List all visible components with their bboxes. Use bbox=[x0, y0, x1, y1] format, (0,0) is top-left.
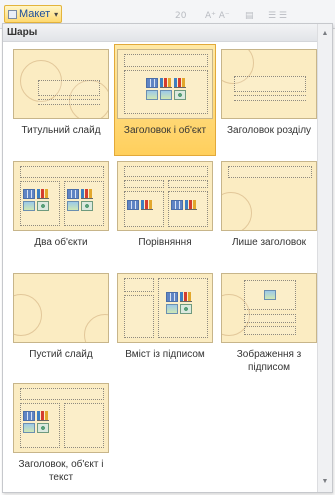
layout-thumb bbox=[13, 161, 109, 231]
layout-tile-label: Заголовок і об'єкт bbox=[123, 125, 207, 136]
layout-tile-label: Порівняння bbox=[138, 237, 192, 248]
layout-tile-label: Лише заголовок bbox=[231, 237, 307, 248]
layout-tile-label: Вміст із підписом bbox=[125, 349, 205, 360]
bullets-icon[interactable]: ☰ ☰ bbox=[268, 11, 287, 21]
layout-thumb bbox=[221, 273, 317, 343]
layout-tile-label: Зображення з підписом bbox=[236, 349, 302, 373]
grow-font-icon[interactable]: A⁺ A⁻ bbox=[205, 11, 230, 21]
layout-tile-title-content[interactable]: Заголовок і об'єкт bbox=[114, 44, 216, 156]
layout-thumb bbox=[13, 49, 109, 119]
layout-thumb bbox=[221, 49, 317, 119]
layout-thumb bbox=[221, 161, 317, 231]
clear-format-icon[interactable]: ▤ bbox=[245, 11, 254, 21]
gallery-scrollbar[interactable]: ▲ ▼ bbox=[317, 24, 332, 492]
layout-button[interactable]: Макет ▾ bbox=[4, 5, 62, 23]
scroll-up-icon[interactable]: ▲ bbox=[320, 28, 330, 40]
layout-tile-content-with-caption[interactable]: Вміст із підписом bbox=[115, 271, 215, 361]
layout-tile-label: Пустий слайд bbox=[29, 349, 93, 360]
layout-tile-label: Два об'єкти bbox=[34, 237, 88, 248]
layout-tile-section-header[interactable]: Заголовок розділу bbox=[219, 47, 319, 137]
layout-tile-comparison[interactable]: Порівняння bbox=[115, 159, 215, 249]
scroll-down-icon[interactable]: ▼ bbox=[320, 476, 330, 488]
layout-tile-label: Заголовок, об'єкт і текст bbox=[18, 459, 104, 483]
layout-thumb bbox=[117, 161, 213, 231]
chevron-down-icon: ▾ bbox=[54, 9, 59, 19]
layout-tile-picture-with-caption[interactable]: Зображення з підписом bbox=[219, 271, 319, 374]
layout-thumb bbox=[13, 273, 109, 343]
layout-thumb bbox=[117, 273, 213, 343]
layout-thumb bbox=[13, 383, 109, 453]
layout-tile-title-content-text[interactable]: Заголовок, об'єкт і текст bbox=[11, 381, 111, 484]
layout-thumb bbox=[117, 49, 213, 119]
layout-tile-title-slide[interactable]: Титульний слайд bbox=[11, 47, 111, 137]
layout-icon bbox=[8, 9, 17, 19]
font-size-field[interactable]: 20 bbox=[175, 11, 186, 21]
layout-tile-blank[interactable]: Пустий слайд bbox=[11, 271, 111, 361]
layout-tile-label: Заголовок розділу bbox=[226, 125, 312, 136]
layout-tile-title-only[interactable]: Лише заголовок bbox=[219, 159, 319, 249]
gallery-header: Шары bbox=[3, 24, 317, 42]
layout-button-label: Макет bbox=[19, 8, 51, 20]
layout-tile-label: Титульний слайд bbox=[21, 125, 101, 136]
layout-tile-two-content[interactable]: Два об'єкти bbox=[11, 159, 111, 249]
layout-gallery: Шары Титульний слайд Заголовок і об'єкт … bbox=[2, 23, 333, 493]
